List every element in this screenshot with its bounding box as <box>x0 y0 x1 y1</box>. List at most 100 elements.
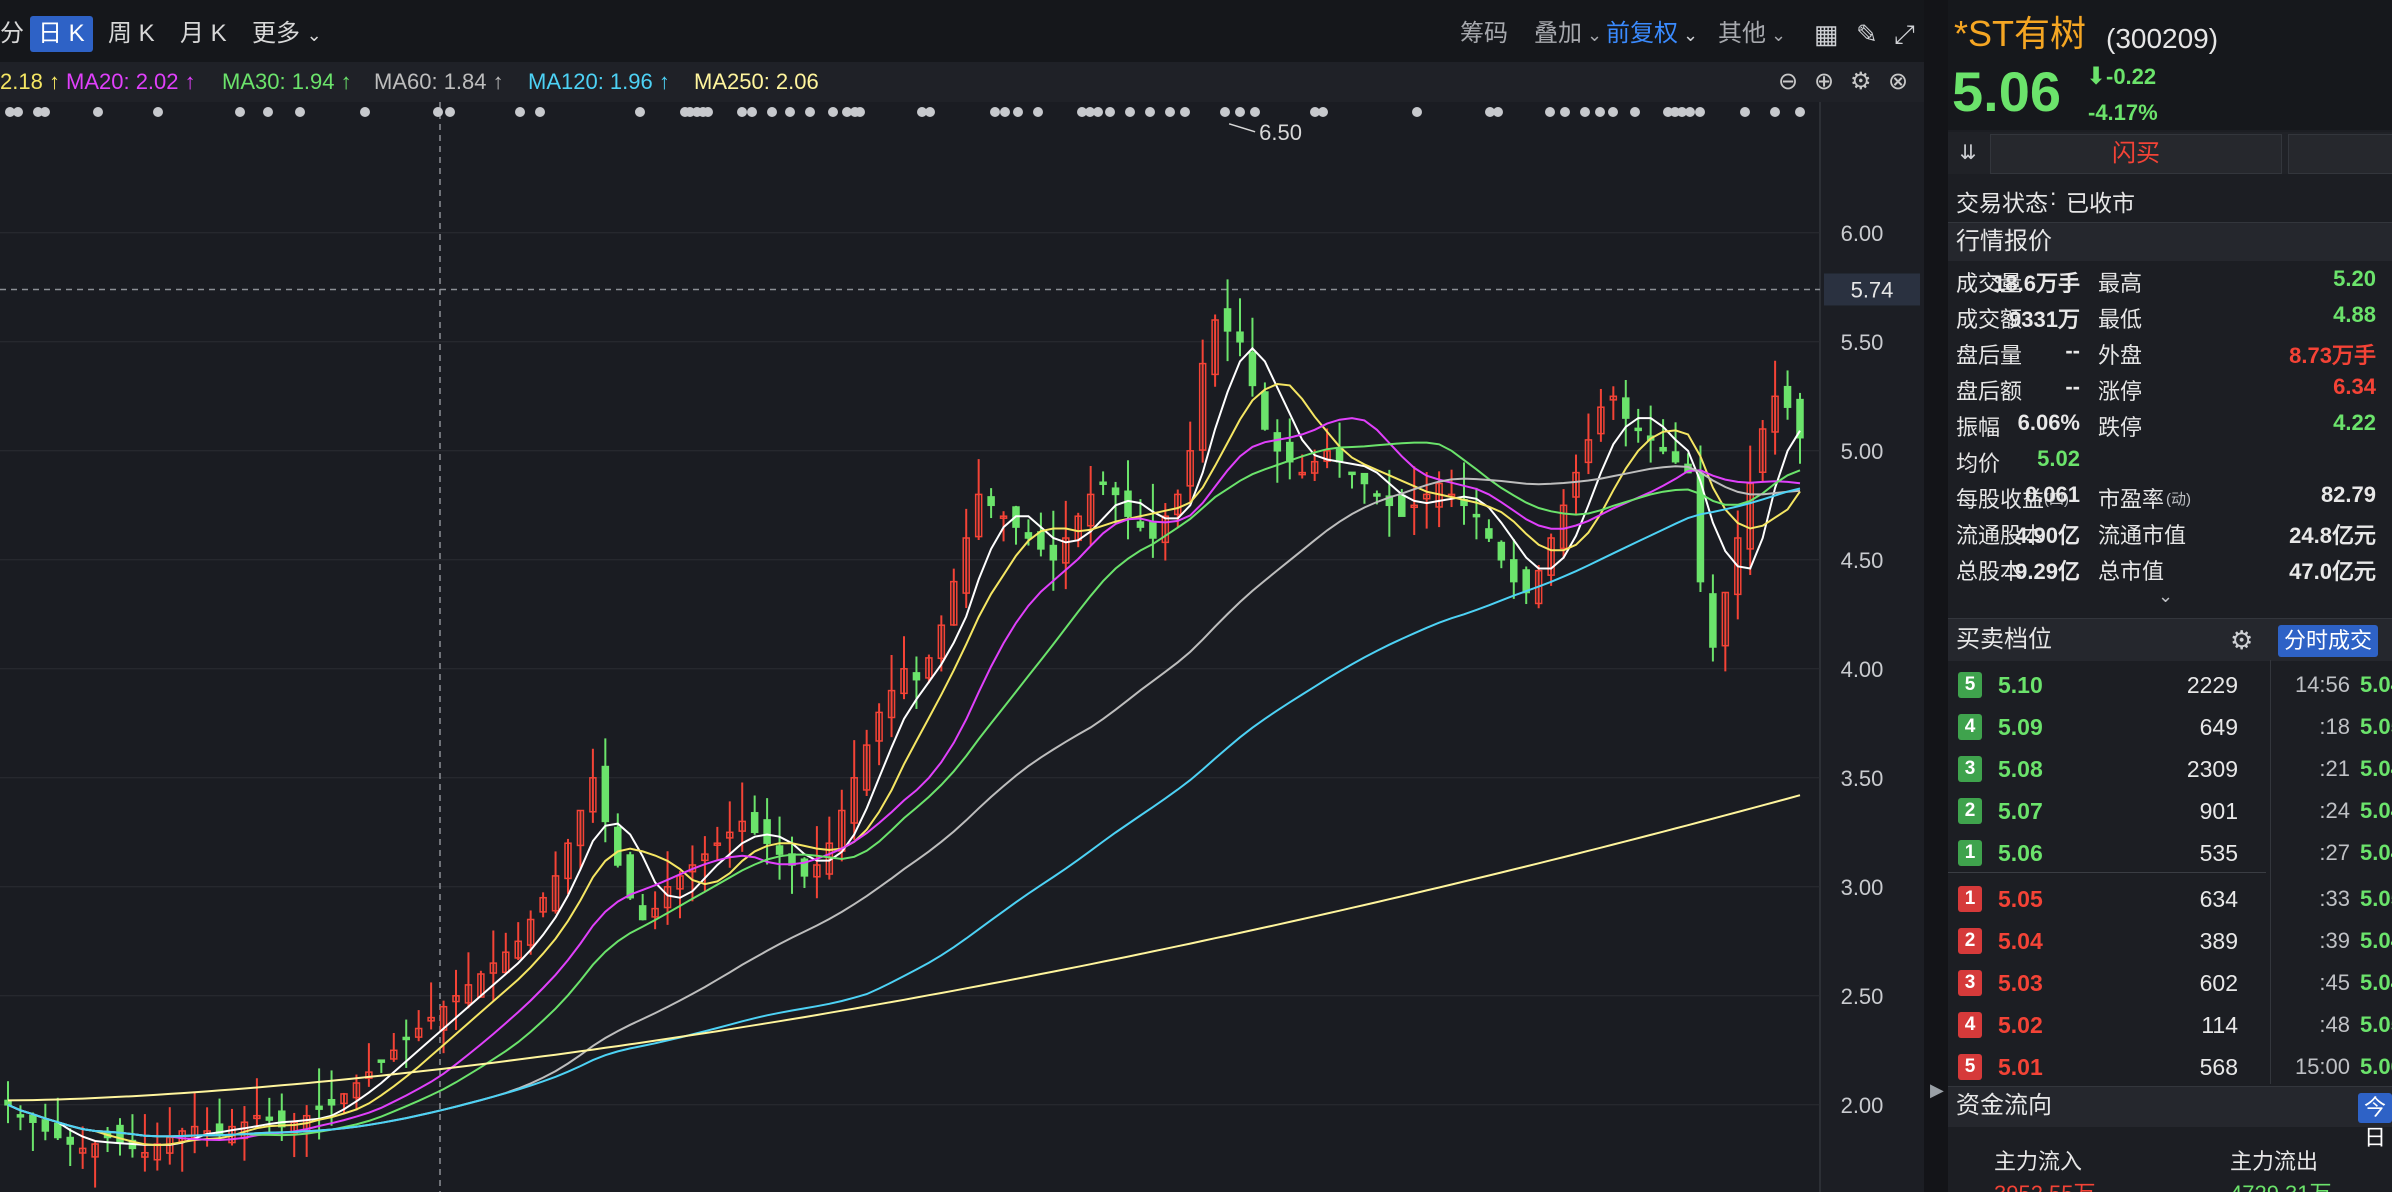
candle-body <box>1783 385 1792 408</box>
expand-more-icon[interactable]: ⌄ <box>2158 586 2173 607</box>
order-book-row[interactable]: 5 5.01 568 15:00 5.06 <box>1948 1050 2392 1090</box>
settings-gear-icon[interactable]: ⚙ <box>2230 625 2253 656</box>
trade-time: :27 <box>2319 840 2350 865</box>
overlay-label: 叠加 <box>1534 20 1582 47</box>
period-tab-minute[interactable]: 分 <box>0 16 24 52</box>
collapse-arrow-icon[interactable]: ▶ <box>1930 1080 1944 1101</box>
event-dot <box>747 107 757 117</box>
chevron-down-icon: ⌄ <box>1582 25 1603 45</box>
candle-body <box>265 1116 274 1121</box>
stat-label: 跌停 <box>2098 415 2143 440</box>
panel-splitter[interactable] <box>1924 0 1948 1192</box>
trade-time: 15:00 <box>2294 1054 2350 1079</box>
flash-sell-button[interactable] <box>2288 134 2392 174</box>
settings-gear-icon[interactable]: ⚙ <box>1850 70 1872 94</box>
period-tab-weekly[interactable]: 周 K <box>108 16 155 52</box>
arrow-up-icon: ↑ <box>340 69 352 94</box>
event-dot <box>703 107 713 117</box>
other-dropdown[interactable]: 其他 ⌄ <box>1718 16 1786 52</box>
market-section-header: 行情报价 <box>1948 222 2392 261</box>
stat-label: 流通市值 <box>2098 523 2187 548</box>
candle-body <box>1360 472 1369 485</box>
tab-time-trades[interactable]: 分时成交 <box>2278 625 2379 657</box>
event-dot <box>1695 107 1705 117</box>
candle-body <box>315 1105 323 1110</box>
event-dot <box>1235 107 1245 117</box>
overlay-dropdown[interactable]: 叠加 ⌄ <box>1534 16 1602 52</box>
order-volume: 2229 <box>2186 672 2238 698</box>
event-dot <box>1013 107 1023 117</box>
candle-body <box>1659 446 1667 452</box>
order-book-row[interactable]: 1 5.05 634:33 5.05 <box>1948 882 2392 922</box>
chart-toolbar: 分 日 K 周 K 月 K 更多 ⌄ 筹码 叠加 ⌄ 前复权 ⌄ 其他 ⌄ ▦ … <box>0 0 1924 63</box>
flash-buy-button[interactable]: 闪买 <box>1990 134 2282 174</box>
zoom-in-icon[interactable]: ⊕ <box>1814 70 1834 94</box>
candle-body <box>775 845 784 855</box>
candle-body <box>41 1119 50 1132</box>
close-icon[interactable]: ⊗ <box>1888 70 1908 94</box>
order-book-row[interactable]: 4 5.02 114:48 5.05 <box>1948 1008 2392 1048</box>
event-dot <box>1795 107 1805 117</box>
trade-price: 5.05 <box>2360 714 2392 739</box>
candle-body <box>1398 494 1406 517</box>
market-stat-row: 总股本 9.29亿 总市值 47.0亿元 <box>1948 550 2392 586</box>
trade-price: 5.05 <box>2360 886 2392 911</box>
status-label: 交易状态 <box>1956 190 2048 216</box>
event-dot <box>535 107 545 117</box>
arrow-up-icon: ↑ <box>184 69 196 94</box>
period-more-dropdown[interactable]: 更多 ⌄ <box>252 16 322 52</box>
order-book-row[interactable]: 2 5.07 901:24 5.04 <box>1948 794 2392 834</box>
zoom-out-icon[interactable]: ⊖ <box>1778 70 1798 94</box>
quote-panel: *ST有树 (300209) 5.06 ⬇ -0.22 -4.17% ⇊ 闪买 … <box>1948 0 2392 1192</box>
event-dot <box>1560 107 1570 117</box>
order-price: 5.01 <box>1998 1054 2043 1080</box>
chevron-down-icon: ⌄ <box>1678 25 1699 45</box>
brush-draw-icon[interactable]: ✎ <box>1856 20 1878 48</box>
order-volume: 568 <box>2199 1054 2238 1080</box>
period-tab-monthly[interactable]: 月 K <box>180 16 227 52</box>
ma-value: MA120: 1.96 <box>528 69 653 94</box>
chip-distribution-button[interactable]: 筹码 <box>1460 16 1508 52</box>
candle-body <box>1124 490 1132 517</box>
section-title: 资金流向 <box>1956 1092 2052 1119</box>
candle-body <box>1485 528 1493 539</box>
event-dot <box>1770 107 1780 117</box>
event-dot <box>1595 107 1605 117</box>
trades-divider <box>2270 660 2271 1084</box>
kline-chart-svg[interactable]: 6.00 5.50 5.00 4.50 4.00 3.50 3.00 2.50 2.00 5.74… <box>0 102 1924 1192</box>
grid-layout-icon[interactable]: ▦ <box>1814 20 1839 48</box>
market-stat-row: 流通股本 4.90亿 流通市值 24.8亿元 <box>1948 514 2392 550</box>
adjust-mode-dropdown[interactable]: 前复权 ⌄ <box>1606 16 1698 52</box>
candle-body <box>1136 521 1145 528</box>
inflow-label: 主力流入 <box>1994 1149 2083 1174</box>
order-book-row[interactable]: 2 5.04 389:39 5.04 <box>1948 924 2392 964</box>
market-stat-row: 振幅 6.06% 跌停 4.22 <box>1948 406 2392 442</box>
outflow-label: 主力流出 <box>2230 1149 2319 1174</box>
order-book-row[interactable]: 1 5.06 535:27 5.04 <box>1948 836 2392 876</box>
order-book-row[interactable]: 3 5.08 2309:21 5.04 <box>1948 752 2392 792</box>
candle-body <box>638 905 647 921</box>
candle-body <box>16 1114 25 1118</box>
period-tab-daily[interactable]: 日 K <box>30 16 93 52</box>
today-button[interactable]: 今日 <box>2358 1093 2392 1150</box>
order-volume: 389 <box>2199 928 2238 954</box>
order-book-row[interactable]: 3 5.03 602:45 5.04 <box>1948 966 2392 1006</box>
order-price: 5.03 <box>1998 970 2043 996</box>
stat-label: 最高 <box>2098 271 2143 296</box>
fullscreen-icon[interactable]: ⤢ <box>1894 20 1915 48</box>
order-book-row[interactable]: 5 5.10 2229 14:56 5.04 <box>1948 668 2392 708</box>
event-dot <box>767 107 777 117</box>
candle-body <box>29 1114 37 1123</box>
y-tick-label: 6.00 <box>1841 221 1884 246</box>
order-volume: 602 <box>2199 970 2238 996</box>
trade-time: :18 <box>2319 714 2350 739</box>
arrow-up-icon: ↑ <box>492 69 504 94</box>
event-dot <box>433 107 443 117</box>
price-change: -0.22 <box>2106 64 2157 89</box>
candle-body <box>66 1136 74 1145</box>
event-dot <box>855 107 865 117</box>
trade-time: 14:56 <box>2294 672 2350 697</box>
stat-sub-label: (动) <box>2166 491 2191 508</box>
order-book-row[interactable]: 4 5.09 649:18 5.05 <box>1948 710 2392 750</box>
expand-down-icon[interactable]: ⇊ <box>1954 138 1982 168</box>
